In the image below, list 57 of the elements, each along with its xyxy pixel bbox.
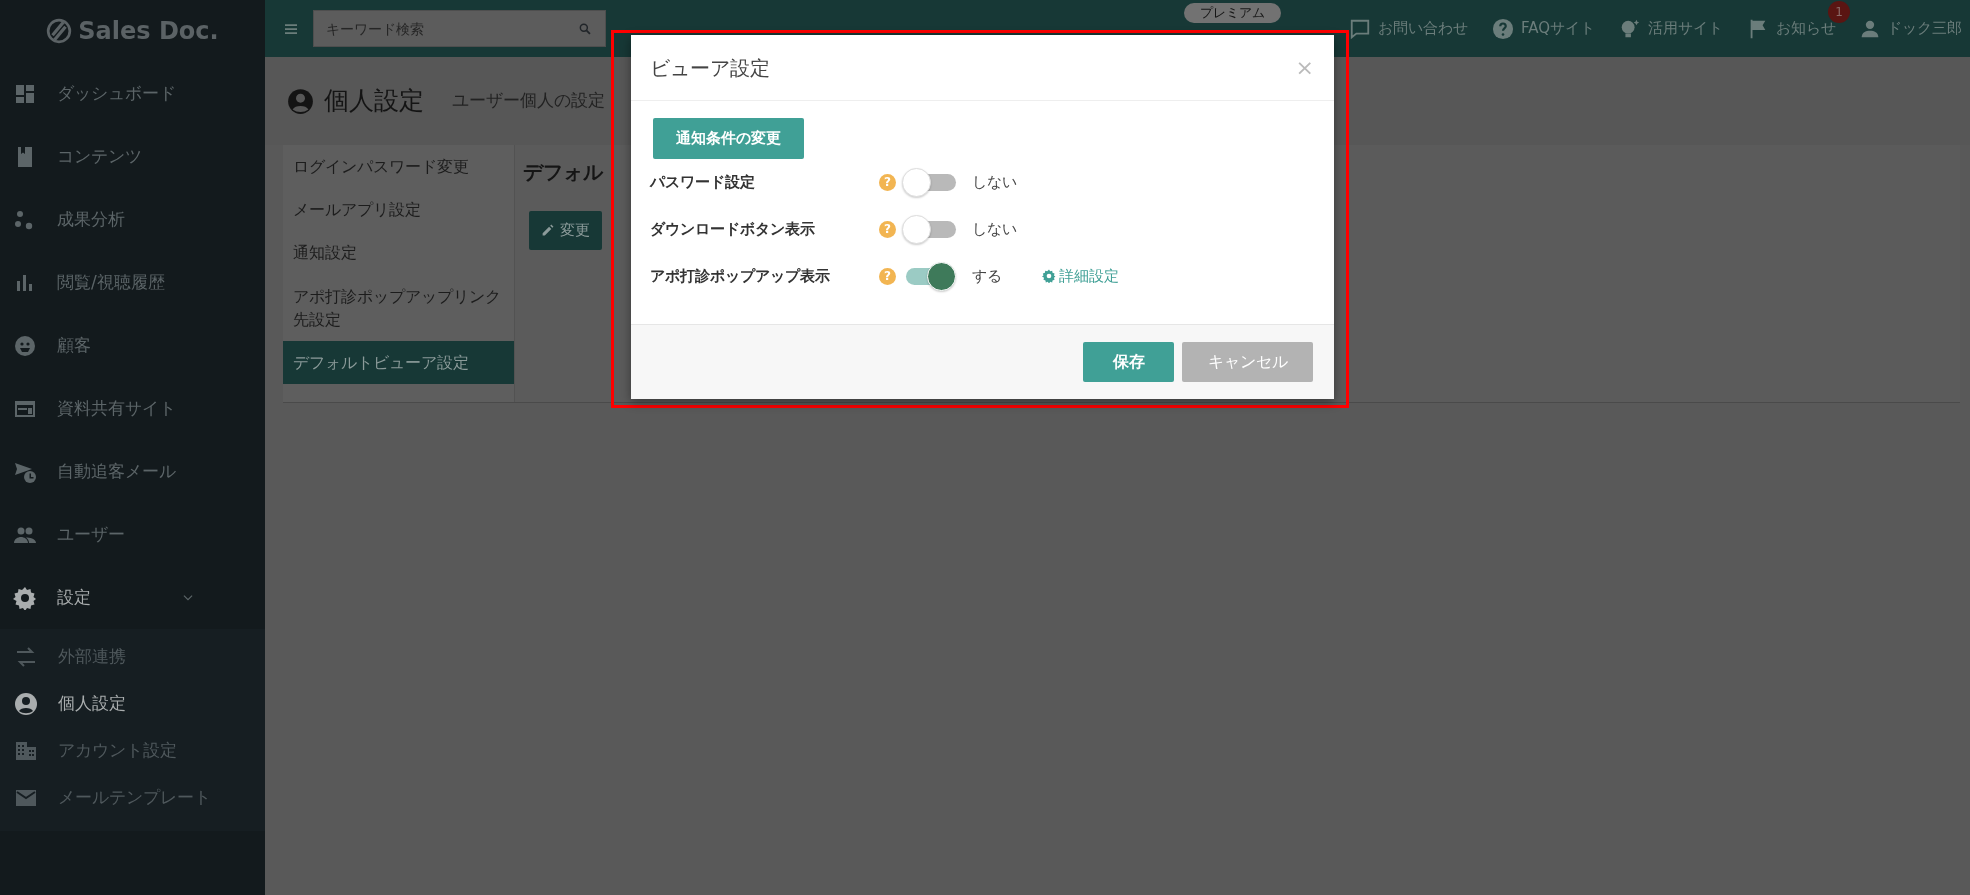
help-icon <box>1491 17 1514 40</box>
notification-settings-button[interactable]: 通知条件の変更 <box>653 118 804 159</box>
header-link[interactable]: FAQサイト <box>1491 17 1595 40</box>
user-circle-icon <box>14 691 38 716</box>
swap-arrows-icon <box>14 644 38 669</box>
pencil-icon <box>541 224 554 237</box>
save-button[interactable]: 保存 <box>1083 341 1174 382</box>
user-icon <box>1860 18 1880 39</box>
sidebar-subitem[interactable]: 個人設定 <box>0 680 265 727</box>
close-button[interactable]: × <box>1295 56 1314 79</box>
setting-label: アポ打診ポップアップ表示 <box>650 265 831 287</box>
user-circle-icon <box>287 87 314 115</box>
sidebar-subitem[interactable]: アカウント設定 <box>0 727 265 774</box>
help-icon[interactable]: ? <box>879 173 896 191</box>
gear-icon <box>1042 269 1056 283</box>
face-icon <box>13 333 37 358</box>
detail-settings-link[interactable]: 詳細設定 <box>1042 264 1119 288</box>
toggle-switch[interactable] <box>902 214 956 244</box>
sidebar-item[interactable]: 成果分析 <box>0 188 265 251</box>
edit-button[interactable]: 変更 <box>529 211 602 250</box>
settings-menu-item[interactable]: メールアプリ設定 <box>283 188 514 232</box>
lightbulb-icon <box>1619 17 1641 40</box>
panel-title: デフォル <box>523 159 603 186</box>
toggle-state-text: する <box>972 265 1003 287</box>
sidebar-item[interactable]: 自動追客メール <box>0 440 265 503</box>
plan-badge: プレミアム <box>1183 3 1281 23</box>
logo-text: Sales Doc. <box>78 16 219 47</box>
chat-icon <box>1348 17 1371 40</box>
sidebar-item[interactable]: ダッシュボード <box>0 62 265 125</box>
settings-menu-item[interactable]: 通知設定 <box>283 231 514 275</box>
sidebar-subitem[interactable]: メールテンプレート <box>0 774 265 821</box>
settings-menu-item[interactable]: デフォルトビューア設定 <box>283 340 514 385</box>
sidebar-item[interactable]: 設定 <box>0 566 265 629</box>
sidebar-item[interactable]: ユーザー <box>0 503 265 566</box>
header-link[interactable]: 活用サイト <box>1619 17 1723 40</box>
sidebar-item[interactable]: 閲覧/視聴履歴 <box>0 251 265 314</box>
logo-icon <box>46 18 73 44</box>
header-link[interactable]: お問い合わせ <box>1348 17 1468 40</box>
help-icon[interactable]: ? <box>879 267 896 285</box>
toggle-switch[interactable] <box>902 167 956 197</box>
sidebar-item[interactable]: 顧客 <box>0 314 265 377</box>
toggle-state-text: しない <box>972 218 1018 240</box>
sidebar-item[interactable]: コンテンツ <box>0 125 265 188</box>
settings-menu-item[interactable]: アポ打診ポップアップリンク先設定 <box>283 274 514 341</box>
toggle-state-text: しない <box>972 171 1018 193</box>
page-title: 個人設定 <box>324 85 424 118</box>
sidebar-subitem[interactable]: 外部連携 <box>0 633 265 680</box>
setting-label: ダウンロードボタン表示 <box>650 218 816 240</box>
setting-label: パスワード設定 <box>650 171 756 193</box>
user-menu[interactable]: ドック三郎 <box>1860 17 1962 40</box>
sidebar-item[interactable]: 資料共有サイト <box>0 377 265 440</box>
notification-badge: 1 <box>1828 1 1850 24</box>
gear-icon <box>13 585 37 610</box>
modal-title: ビューア設定 <box>650 54 770 82</box>
cancel-button[interactable]: キャンセル <box>1182 341 1313 382</box>
settings-menu-item[interactable]: ログインパスワード変更 <box>283 145 514 189</box>
help-icon[interactable]: ? <box>879 220 896 238</box>
